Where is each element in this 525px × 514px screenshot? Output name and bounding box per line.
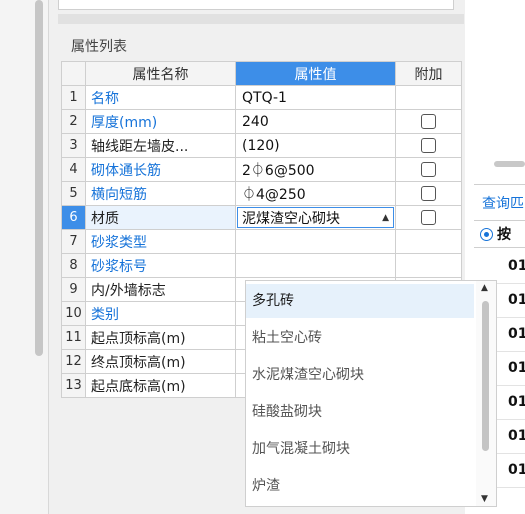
material-option[interactable]: 硅酸盐砌块 [246,395,474,429]
right-horizontal-scrollbar[interactable] [494,161,525,167]
property-value[interactable]: 2⏀6@500 [235,157,396,182]
property-name[interactable]: 砌体通长筋 [85,157,236,182]
extra-cell [395,181,462,206]
row-number: 12 [61,349,86,374]
property-row[interactable]: 3 轴线距左墙皮... (120) [61,133,462,158]
property-value[interactable] [235,253,396,278]
extra-cell [395,229,462,254]
material-dropdown-list[interactable]: 多孔砖 粘土空心砖 水泥煤渣空心砌块 硅酸盐砌块 加气混凝土砌块 炉渣 ▲ ▼ [245,280,497,507]
row-number: 2 [61,109,86,134]
row-number: 8 [61,253,86,278]
property-value[interactable]: QTQ-1 [235,85,396,110]
dropdown-scrollbar[interactable]: ▲ ▼ [476,281,496,506]
result-cell-text: 01 [508,428,525,444]
material-option[interactable]: 多孔砖 [246,284,474,318]
property-value[interactable] [235,229,396,254]
extra-checkbox[interactable] [421,210,436,225]
left-scrollbar[interactable] [35,0,43,356]
row-number: 10 [61,301,86,326]
pane-separator[interactable] [58,14,464,24]
dropdown-scroll-thumb[interactable] [482,301,489,451]
property-name[interactable]: 终点顶标高(m) [85,349,236,374]
material-combobox-value: 泥煤渣空心砌块 [242,210,340,227]
radio-selected-icon[interactable] [480,227,493,241]
result-cell-text: 01 [508,258,525,274]
property-row[interactable]: 4 砌体通长筋 2⏀6@500 [61,157,462,182]
property-name[interactable]: 厚度(mm) [85,109,236,134]
result-cell-text: 01 [508,394,525,410]
result-cell-text: 01 [508,462,525,478]
extra-cell [395,157,462,182]
extra-cell [395,85,462,110]
property-name[interactable]: 砂浆类型 [85,229,236,254]
result-cell-text: 01 [508,360,525,376]
material-option[interactable]: 加气混凝土砌块 [246,432,474,466]
row-number: 1 [61,85,86,110]
index-header [61,61,86,86]
row-number: 6 [61,205,86,230]
property-name[interactable]: 起点底标高(m) [85,373,236,398]
extra-cell [395,109,462,134]
material-value-cell[interactable]: 泥煤渣空心砌块 ▲ [235,205,396,230]
scroll-up-icon[interactable]: ▲ [481,283,488,293]
material-combobox[interactable]: 泥煤渣空心砌块 ▲ [237,207,394,228]
property-row[interactable]: 1 名称 QTQ-1 [61,85,462,110]
extra-header[interactable]: 附加 [395,61,462,86]
property-name[interactable]: 起点顶标高(m) [85,325,236,350]
scroll-down-icon[interactable]: ▼ [481,494,488,504]
row-number: 3 [61,133,86,158]
row-number: 4 [61,157,86,182]
property-row[interactable]: 5 横向短筋 ⏀4@250 [61,181,462,206]
row-number: 5 [61,181,86,206]
property-value[interactable]: (120) [235,133,396,158]
row-number: 11 [61,325,86,350]
upper-pane [58,0,454,10]
material-option[interactable]: 水泥煤渣空心砌块 [246,358,474,392]
property-row[interactable]: 2 厚度(mm) 240 [61,109,462,134]
result-cell-text: 01 [508,326,525,342]
extra-checkbox[interactable] [421,186,436,201]
right-divider [474,184,525,185]
extra-checkbox[interactable] [421,114,436,129]
row-number: 9 [61,277,86,302]
extra-cell [395,253,462,278]
extra-checkbox[interactable] [421,162,436,177]
property-name[interactable]: 轴线距左墙皮... [85,133,236,158]
property-value[interactable]: 240 [235,109,396,134]
result-row[interactable]: 01 [474,250,525,284]
value-header[interactable]: 属性值 [235,61,396,86]
extra-cell [395,133,462,158]
row-number: 7 [61,229,86,254]
property-row[interactable]: 8 砂浆标号 [61,253,462,278]
left-panel [0,0,48,514]
property-value[interactable]: ⏀4@250 [235,181,396,206]
extra-checkbox[interactable] [421,138,436,153]
property-name[interactable]: 砂浆标号 [85,253,236,278]
property-name[interactable]: 类别 [85,301,236,326]
material-option[interactable]: 炉渣 [246,469,474,503]
property-row[interactable]: 7 砂浆类型 [61,229,462,254]
property-name[interactable]: 材质 [85,205,236,230]
property-name[interactable]: 名称 [85,85,236,110]
property-name[interactable]: 横向短筋 [85,181,236,206]
material-option[interactable]: 粘土空心砖 [246,321,474,355]
properties-title: 属性列表 [71,39,127,55]
name-header[interactable]: 属性名称 [85,61,236,86]
chevron-up-icon[interactable]: ▲ [382,213,389,223]
query-mode-label: 按 [497,227,511,243]
query-tab[interactable]: 查询匹 [482,193,524,213]
query-mode-option[interactable]: 按 [474,220,525,248]
result-cell-text: 01 [508,292,525,308]
row-number: 13 [61,373,86,398]
extra-cell [395,205,462,230]
property-row[interactable]: 6 材质 泥煤渣空心砌块 ▲ [61,205,462,230]
property-name[interactable]: 内/外墙标志 [85,277,236,302]
